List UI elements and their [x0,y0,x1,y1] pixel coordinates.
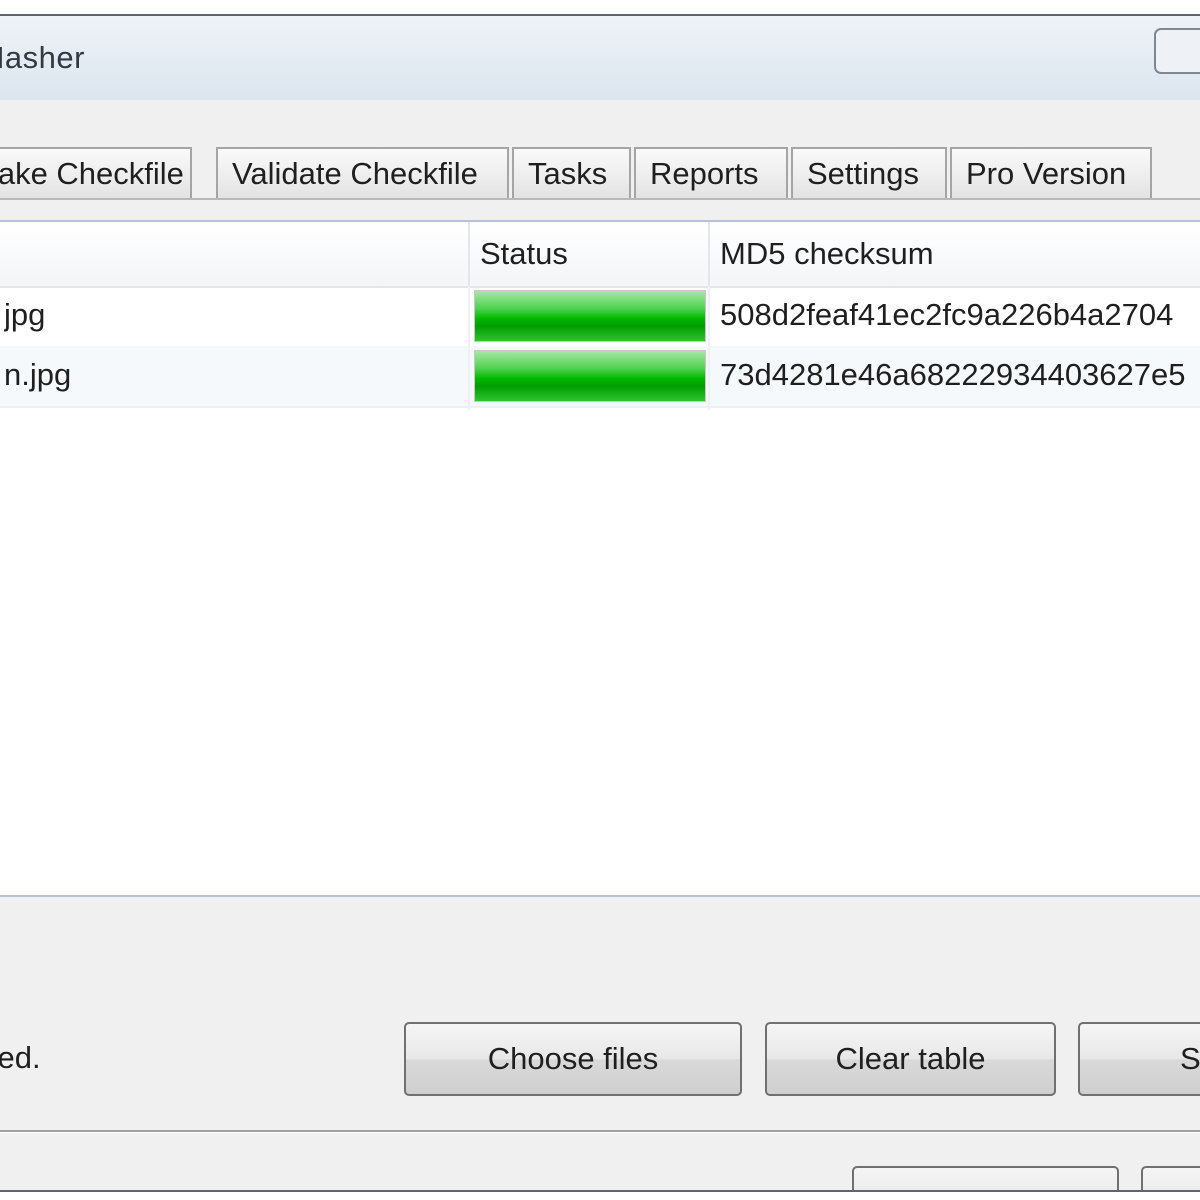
section-divider [0,1130,1200,1133]
table-row[interactable]: n.jpg 73d4281e46a68222934403627e5 [0,346,1200,408]
tab-reports[interactable]: Reports [634,147,788,199]
column-header-md5[interactable]: MD5 checksum [710,222,1200,286]
third-action-button[interactable]: S [1078,1022,1200,1096]
status-progress-bar [474,290,706,342]
secondary-footer-button[interactable] [1141,1166,1200,1190]
window-title: Hasher [0,40,85,75]
file-table: Status MD5 checksum jpg 508d2feaf41ec2fc… [0,220,1200,897]
file-name-cell: n.jpg [4,357,72,392]
table-row[interactable]: jpg 508d2feaf41ec2fc9a226b4a2704 [0,286,1200,348]
main-content: Make Checkfile Validate Checkfile Tasks … [0,100,1200,1190]
application-window: Hasher Make Checkfile Validate Checkfile… [0,14,1200,1192]
md5-cell: 73d4281e46a68222934403627e5 [720,357,1186,392]
tab-make-checkfile[interactable]: Make Checkfile [0,147,192,199]
choose-files-button[interactable]: Choose files [404,1022,742,1096]
progress-fill [475,351,705,401]
status-progress-bar [474,350,706,402]
info-button[interactable]: Info [852,1166,1119,1190]
column-divider [468,286,470,410]
table-header: Status MD5 checksum [0,222,1200,288]
tab-pro-version[interactable]: Pro Version [950,147,1152,199]
tab-tasks[interactable]: Tasks [512,147,631,199]
md5-cell: 508d2feaf41ec2fc9a226b4a2704 [720,297,1174,332]
window-control-button[interactable] [1154,28,1200,74]
tab-settings[interactable]: Settings [791,147,947,199]
clear-table-button[interactable]: Clear table [765,1022,1056,1096]
column-divider [708,286,710,410]
status-message: ked. [0,1040,41,1075]
title-bar: Hasher [0,16,1200,101]
tab-validate-checkfile[interactable]: Validate Checkfile [216,147,509,199]
column-header-status[interactable]: Status [470,222,710,286]
file-name-cell: jpg [4,297,46,332]
tab-bar: Make Checkfile Validate Checkfile Tasks … [0,131,1200,199]
column-header-file[interactable] [0,222,470,286]
progress-fill [475,291,705,341]
tab-panel: Status MD5 checksum jpg 508d2feaf41ec2fc… [0,198,1200,1190]
